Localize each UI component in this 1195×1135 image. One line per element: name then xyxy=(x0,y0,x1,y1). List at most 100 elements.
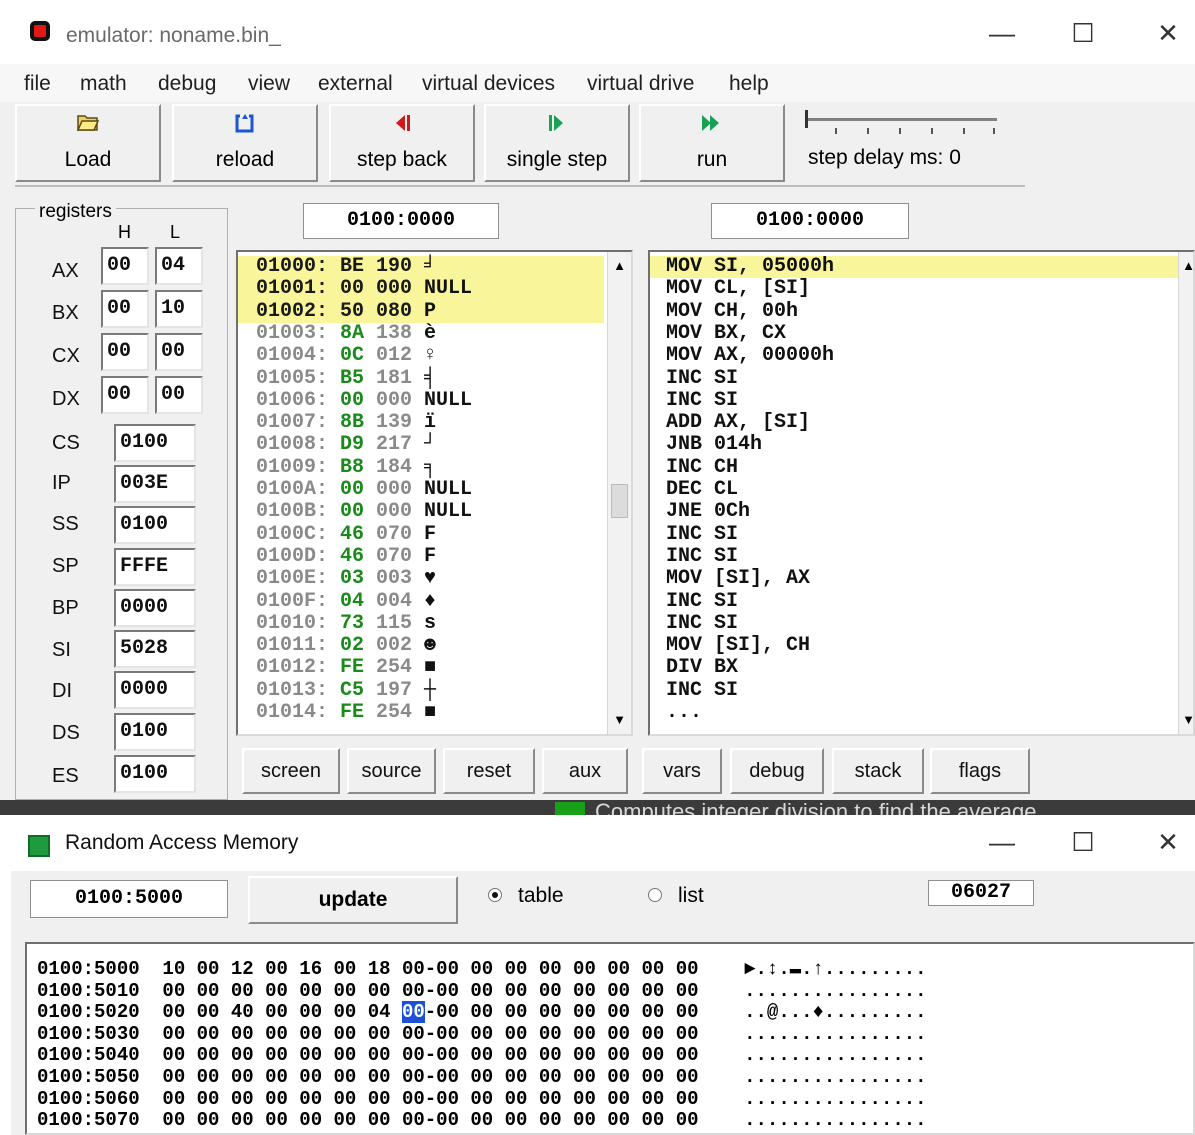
ram-close-button[interactable]: ✕ xyxy=(1148,827,1188,857)
scroll-up-icon[interactable]: ▲ xyxy=(608,256,631,276)
memory-line[interactable]: 0100A: 00 000 NULL xyxy=(256,479,472,501)
register-ah-field[interactable]: 00 xyxy=(101,247,149,285)
memory-line[interactable]: 01007: 8B 139 ï xyxy=(256,412,436,434)
register-sp-field[interactable]: FFFE xyxy=(114,548,196,586)
register-dl-field[interactable]: 00 xyxy=(155,376,203,414)
ram-row[interactable]: 0100:5020 00 00 40 00 00 00 04 00-00 00 … xyxy=(37,1001,1187,1024)
memory-line[interactable]: 01014: FE 254 ■ xyxy=(256,702,436,724)
ram-row[interactable]: 0100:5030 00 00 00 00 00 00 00 00-00 00 … xyxy=(37,1023,1187,1045)
memory-line[interactable]: 01003: 8A 138 è xyxy=(256,322,436,345)
ram-titlebar[interactable]: Random Access Memory — ☐ ✕ xyxy=(11,815,1195,871)
list-radio-indicator[interactable] xyxy=(648,888,662,902)
memory-scroll-thumb[interactable] xyxy=(611,484,628,518)
register-dh-field[interactable]: 00 xyxy=(101,376,149,414)
table-radio-indicator[interactable] xyxy=(488,888,502,902)
ram-minimize-button[interactable]: — xyxy=(982,827,1022,857)
menu-math[interactable]: math xyxy=(80,72,127,96)
update-button[interactable]: update xyxy=(248,876,458,924)
register-bl-field[interactable]: 10 xyxy=(155,290,203,328)
register-cs-field[interactable]: 0100 xyxy=(114,424,196,462)
memory-line[interactable]: 01001: 00 000 NULL xyxy=(256,278,472,300)
disassembly-line[interactable]: INC CH xyxy=(666,456,738,479)
disassembly-line[interactable]: INC SI xyxy=(666,612,738,635)
single-step-button[interactable]: single step xyxy=(484,104,630,182)
memory-line[interactable]: 0100F: 04 004 ♦ xyxy=(256,590,436,613)
emulator-titlebar[interactable]: emulator: noname.bin_ — ☐ ✕ xyxy=(0,0,1195,64)
memory-scrollbar[interactable]: ▲ ▼ xyxy=(607,252,631,734)
disassembly-line[interactable]: MOV SI, 05000h xyxy=(666,255,834,278)
close-button[interactable]: ✕ xyxy=(1148,18,1188,48)
register-bp-field[interactable]: 0000 xyxy=(114,589,196,627)
register-ds-field[interactable]: 0100 xyxy=(114,713,196,751)
memory-line[interactable]: 01000: BE 190 ╛ xyxy=(256,256,436,278)
run-button[interactable]: run xyxy=(639,104,785,182)
memory-line[interactable]: 0100E: 03 003 ♥ xyxy=(256,568,436,590)
register-al-field[interactable]: 04 xyxy=(155,247,203,285)
memory-line[interactable]: 01009: B8 184 ╕ xyxy=(256,456,436,479)
ram-dump-panel[interactable]: 0100:5000 10 00 12 00 16 00 18 00-00 00 … xyxy=(25,942,1195,1135)
ram-row[interactable]: 0100:5000 10 00 12 00 16 00 18 00-00 00 … xyxy=(37,958,1187,980)
scroll-down-icon[interactable]: ▼ xyxy=(1179,710,1193,730)
register-ch-field[interactable]: 00 xyxy=(101,333,149,371)
register-di-field[interactable]: 0000 xyxy=(114,671,196,709)
disassembly-line[interactable]: JNB 014h xyxy=(666,434,762,456)
register-si-field[interactable]: 5028 xyxy=(114,630,196,668)
memory-line[interactable]: 01005: B5 181 ╡ xyxy=(256,367,436,390)
screen-button[interactable]: screen xyxy=(242,748,340,794)
register-ss-field[interactable]: 0100 xyxy=(114,506,196,544)
disassembly-line[interactable]: INC SI xyxy=(666,523,738,546)
memory-line[interactable]: 01008: D9 217 ┘ xyxy=(256,434,436,456)
disassembly-address-input[interactable]: 0100:0000 xyxy=(711,203,909,239)
disassembly-line[interactable]: MOV [SI], CH xyxy=(666,634,810,657)
load-button[interactable]: Load xyxy=(15,104,161,182)
disassembly-line[interactable]: ... xyxy=(666,701,702,724)
disassembly-line[interactable]: MOV CL, [SI] xyxy=(666,278,810,300)
source-button[interactable]: source xyxy=(347,748,436,794)
disassembly-line[interactable]: DEC CL xyxy=(666,478,738,501)
ram-value-field[interactable]: 06027 xyxy=(928,880,1034,906)
scroll-up-icon[interactable]: ▲ xyxy=(1179,256,1193,276)
table-radio[interactable]: table xyxy=(488,884,598,914)
flags-button[interactable]: flags xyxy=(930,748,1030,794)
menu-virtual-drive[interactable]: virtual drive xyxy=(587,72,694,96)
maximize-button[interactable]: ☐ xyxy=(1063,18,1103,48)
ram-row[interactable]: 0100:5010 00 00 00 00 00 00 00 00-00 00 … xyxy=(37,980,1187,1002)
slider-thumb[interactable] xyxy=(805,110,808,128)
memory-line[interactable]: 0100D: 46 070 F xyxy=(256,545,436,568)
disassembly-line[interactable]: DIV BX xyxy=(666,657,738,679)
memory-line[interactable]: 01004: 0C 012 ♀ xyxy=(256,345,436,367)
step-delay-slider[interactable] xyxy=(805,108,1005,138)
disassembly-line[interactable]: INC SI xyxy=(666,389,738,412)
ram-row[interactable]: 0100:5070 00 00 00 00 00 00 00 00-00 00 … xyxy=(37,1109,1187,1131)
register-bh-field[interactable]: 00 xyxy=(101,290,149,328)
disassembly-line[interactable]: MOV CH, 00h xyxy=(666,300,798,323)
memory-line[interactable]: 0100C: 46 070 F xyxy=(256,523,436,546)
memory-list-panel[interactable]: 01000: BE 190 ╛ 01001: 00 000 NULL 01002: … xyxy=(236,250,633,736)
memory-line[interactable]: 01006: 00 000 NULL xyxy=(256,389,472,412)
memory-line[interactable]: 01013: C5 197 ┼ xyxy=(256,679,436,702)
memory-address-input[interactable]: 0100:0000 xyxy=(303,203,499,239)
disassembly-line[interactable]: INC SI xyxy=(666,545,738,568)
menu-view[interactable]: view xyxy=(248,72,290,96)
disassembly-line[interactable]: MOV AX, 00000h xyxy=(666,345,834,367)
memory-line[interactable]: 01011: 02 002 ☻ xyxy=(256,635,436,657)
register-ip-field[interactable]: 003E xyxy=(114,465,196,503)
reset-button[interactable]: reset xyxy=(443,748,535,794)
reload-button[interactable]: reload xyxy=(172,104,318,182)
ram-row[interactable]: 0100:5040 00 00 00 00 00 00 00 00-00 00 … xyxy=(37,1044,1187,1066)
debug-button[interactable]: debug xyxy=(730,748,824,794)
list-radio[interactable]: list xyxy=(648,884,738,914)
disassembly-scrollbar[interactable]: ▲ ▼ xyxy=(1178,252,1193,734)
aux-button[interactable]: aux xyxy=(542,748,628,794)
disassembly-line[interactable]: INC SI xyxy=(666,679,738,702)
memory-line[interactable]: 01002: 50 080 P xyxy=(256,300,436,323)
disassembly-panel[interactable]: MOV SI, 05000h MOV CL, [SI] MOV CH, 00h MOV… xyxy=(648,250,1195,736)
register-es-field[interactable]: 0100 xyxy=(114,755,196,793)
menu-debug[interactable]: debug xyxy=(158,72,216,96)
menu-help[interactable]: help xyxy=(729,72,769,96)
disassembly-line[interactable]: MOV BX, CX xyxy=(666,322,786,345)
menu-file[interactable]: file xyxy=(24,72,51,96)
register-cl-field[interactable]: 00 xyxy=(155,333,203,371)
minimize-button[interactable]: — xyxy=(982,18,1022,48)
menu-external[interactable]: external xyxy=(318,72,393,96)
